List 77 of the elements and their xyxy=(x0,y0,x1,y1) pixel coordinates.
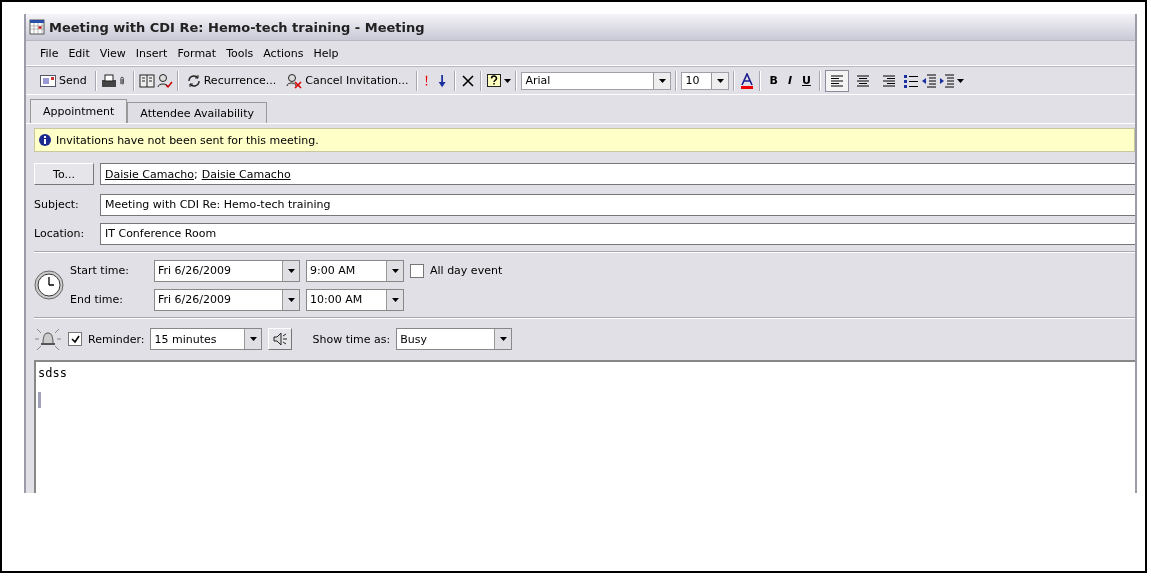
end-time-label: End time: xyxy=(70,293,124,306)
show-time-as-label: Show time as: xyxy=(312,332,391,346)
dropdown-arrow-icon xyxy=(717,78,724,83)
align-center-icon xyxy=(854,73,871,88)
align-right-icon xyxy=(880,73,897,88)
print-icon[interactable] xyxy=(100,72,117,89)
recurrence-icon xyxy=(186,73,201,88)
separator-text: ; xyxy=(193,167,198,181)
recipient-link[interactable]: Daisie Camacho xyxy=(105,167,194,181)
text-cursor xyxy=(38,392,41,408)
decrease-indent-icon[interactable] xyxy=(920,72,937,89)
checkbox[interactable] xyxy=(68,332,82,346)
recipient-link[interactable]: Daisie Camacho xyxy=(201,167,291,181)
location-label: Location: xyxy=(34,227,86,240)
dropdown-arrow-icon xyxy=(391,268,399,273)
more-options-icon xyxy=(504,78,512,83)
start-time-label: Start time: xyxy=(70,264,130,277)
subject-label: Subject: xyxy=(34,198,80,211)
start-date-dropdown[interactable]: Fri 6/26/2009 xyxy=(154,259,300,282)
dropdown-arrow-icon xyxy=(499,337,507,341)
info-text: Invitations have not been sent for this meeting. xyxy=(56,133,319,147)
reminder-dropdown[interactable]: 15 minutes xyxy=(150,328,263,350)
start-time-dropdown[interactable]: 9:00 AM xyxy=(306,259,404,282)
speaker-icon xyxy=(272,332,289,346)
menu-item[interactable]: Tools xyxy=(222,46,258,60)
reminder-label: Reminder: xyxy=(88,332,145,346)
close-icon[interactable] xyxy=(460,72,477,89)
message-body[interactable]: sdss xyxy=(34,360,1135,493)
all-day-label: All day event xyxy=(430,264,503,277)
dropdown-arrow-icon xyxy=(659,78,666,83)
dropdown-arrow-icon xyxy=(287,297,295,302)
info-icon xyxy=(39,134,51,146)
cancel-invitation-button[interactable]: Cancel Invitation... xyxy=(282,69,413,92)
font-size-combo[interactable]: 10 xyxy=(681,71,730,90)
align-left-button[interactable] xyxy=(824,69,849,92)
dropdown-arrow-icon xyxy=(249,337,257,341)
send-button[interactable]: Send xyxy=(36,69,91,92)
bold-button[interactable]: B xyxy=(765,69,782,92)
menu-item[interactable]: Edit xyxy=(64,46,94,60)
menu-item[interactable]: Help xyxy=(309,46,343,60)
menu-item[interactable]: View xyxy=(95,46,130,60)
check-names-icon[interactable] xyxy=(156,72,173,89)
menu-item[interactable]: Actions xyxy=(259,46,308,60)
dropdown-arrow-icon xyxy=(287,268,295,273)
align-left-icon xyxy=(828,73,845,88)
end-date-dropdown[interactable]: Fri 6/26/2009 xyxy=(154,288,300,311)
font-color-icon[interactable] xyxy=(739,72,756,89)
calendar-icon xyxy=(29,19,45,35)
font-combo[interactable]: Arial xyxy=(521,71,672,90)
checkbox[interactable] xyxy=(410,263,424,278)
sound-button[interactable] xyxy=(268,328,293,350)
bullets-icon[interactable] xyxy=(902,72,919,89)
menu-item[interactable]: Insert xyxy=(131,46,172,60)
location-field[interactable]: IT Conference Room xyxy=(100,222,1135,245)
recurrence-button[interactable]: Recurrence... xyxy=(182,69,281,92)
subject-field[interactable]: Meeting with CDI Re: Hemo-tech training xyxy=(100,193,1135,216)
body-text: sdss xyxy=(38,366,68,380)
person-cross-icon xyxy=(286,72,303,89)
dropdown-arrow-icon xyxy=(391,297,399,302)
underline-button[interactable]: U xyxy=(797,69,815,92)
menu-item[interactable]: Format xyxy=(173,46,221,60)
more-options-icon xyxy=(956,78,964,83)
bell-icon xyxy=(34,326,62,352)
show-time-as-dropdown[interactable]: Busy xyxy=(396,328,513,350)
end-time-dropdown[interactable]: 10:00 AM xyxy=(306,288,404,311)
window-title: Meeting with CDI Re: Hemo-tech training - Meeting xyxy=(49,19,425,35)
help-icon[interactable] xyxy=(486,72,503,89)
tab[interactable]: Attendee Availability xyxy=(127,102,267,123)
address-book-icon[interactable] xyxy=(138,72,155,89)
to-field[interactable]: Daisie Camacho; Daisie Camacho xyxy=(100,163,1135,185)
envelope-icon xyxy=(40,74,56,87)
italic-button[interactable]: I xyxy=(783,69,796,92)
to-button[interactable]: To... xyxy=(34,163,94,185)
clock-icon xyxy=(34,270,64,300)
increase-indent-icon[interactable] xyxy=(938,72,955,89)
tab[interactable]: Appointment xyxy=(30,99,128,123)
menu-item[interactable]: File xyxy=(36,46,63,60)
